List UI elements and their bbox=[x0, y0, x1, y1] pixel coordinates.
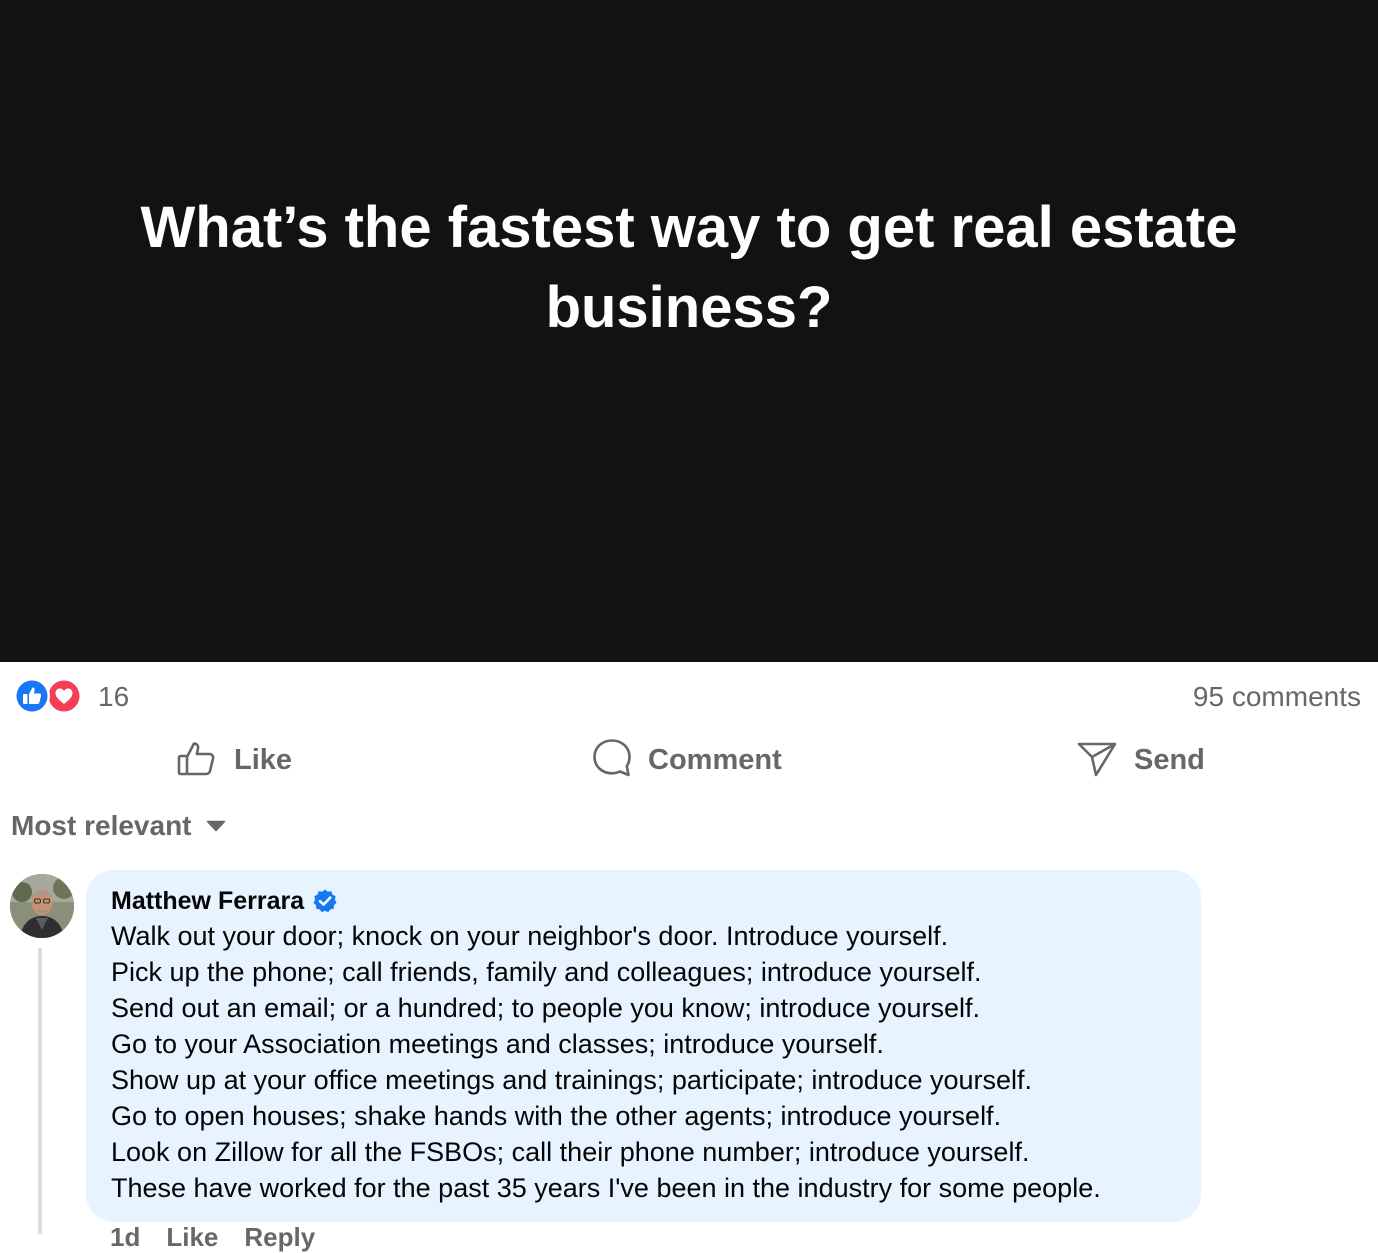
comment-button[interactable]: Comment bbox=[592, 732, 782, 788]
comment-timestamp[interactable]: 1d bbox=[110, 1222, 140, 1252]
reply-thread-line bbox=[38, 948, 42, 1234]
comment-line: Pick up the phone; call friends, family … bbox=[111, 957, 982, 987]
comment-author[interactable]: Matthew Ferrara bbox=[111, 886, 338, 916]
post-media[interactable]: What’s the fastest way to get real estat… bbox=[0, 0, 1378, 662]
comment-sort-dropdown[interactable]: Most relevant bbox=[11, 806, 226, 846]
send-icon bbox=[1076, 737, 1118, 784]
comment-like-link[interactable]: Like bbox=[166, 1222, 218, 1252]
post-question-line: What’s the fastest way to get real estat… bbox=[140, 195, 1238, 260]
comment-label: Comment bbox=[648, 743, 782, 776]
caret-down-icon bbox=[206, 819, 226, 837]
thumbs-up-icon bbox=[176, 737, 218, 784]
comment-line: Send out an email; or a hundred; to peop… bbox=[111, 993, 981, 1023]
post-question: What’s the fastest way to get real estat… bbox=[0, 188, 1378, 348]
like-label: Like bbox=[234, 743, 293, 776]
comment-line: Go to open houses; shake hands with the … bbox=[111, 1101, 1002, 1131]
avatar[interactable] bbox=[10, 874, 74, 938]
sort-label: Most relevant bbox=[11, 810, 192, 841]
comment-reply-link[interactable]: Reply bbox=[244, 1222, 315, 1252]
comment-text: Walk out your door; knock on your neighb… bbox=[111, 918, 1191, 1206]
comment-bubble: Matthew Ferrara Walk out your door; knoc… bbox=[86, 870, 1201, 1222]
like-icon bbox=[14, 678, 50, 714]
comment-line: Show up at your office meetings and trai… bbox=[111, 1065, 1033, 1095]
comment-line: These have worked for the past 35 years … bbox=[111, 1173, 1101, 1203]
verified-badge-icon bbox=[312, 888, 338, 914]
send-button[interactable]: Send bbox=[1076, 732, 1205, 788]
post-action-bar: Like Comment Send bbox=[0, 732, 1378, 788]
comment-line: Walk out your door; knock on your neighb… bbox=[111, 921, 949, 951]
reaction-count[interactable]: 16 bbox=[98, 680, 129, 714]
comment-line: Look on Zillow for all the FSBOs; call t… bbox=[111, 1137, 1030, 1167]
like-button[interactable]: Like bbox=[176, 732, 292, 788]
love-icon bbox=[46, 678, 82, 714]
comments-count[interactable]: 95 comments bbox=[1193, 680, 1361, 714]
send-label: Send bbox=[1134, 743, 1205, 776]
post-stats: 16 95 comments bbox=[0, 662, 1378, 732]
author-name: Matthew Ferrara bbox=[111, 887, 305, 915]
speech-bubble-icon bbox=[592, 737, 632, 784]
comment-line: Go to your Association meetings and clas… bbox=[111, 1029, 884, 1059]
post-question-line: business? bbox=[545, 275, 833, 340]
comment-meta: 1d Like Reply bbox=[110, 1222, 315, 1252]
